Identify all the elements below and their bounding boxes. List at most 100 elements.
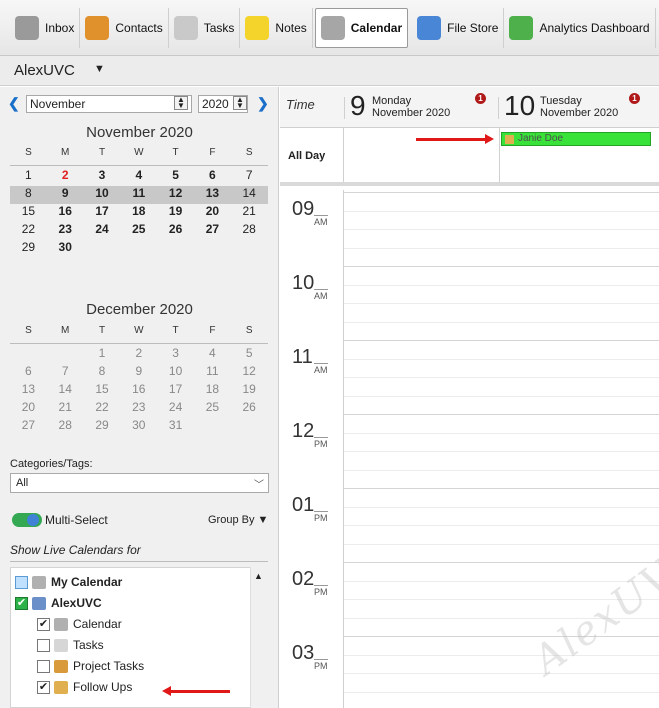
account-dropdown-icon[interactable]: ▼ — [94, 63, 105, 75]
day-cell[interactable]: 22 — [10, 222, 47, 240]
scroll-up-icon[interactable]: ▲ — [254, 571, 263, 581]
day-cell[interactable]: 13 — [194, 186, 231, 204]
day-cell[interactable]: 13 — [10, 382, 47, 400]
day-cell[interactable]: 19 — [231, 382, 268, 400]
day-cell[interactable]: 16 — [47, 204, 84, 222]
column-divider — [499, 128, 500, 182]
all-day-row[interactable]: All Day Janie Doe — [280, 128, 659, 186]
tree-item-calendar[interactable]: ✔ Calendar — [37, 614, 122, 634]
toolbar-contacts-button[interactable]: Contacts — [80, 7, 169, 48]
checkbox[interactable] — [37, 659, 50, 673]
day-cell[interactable]: 17 — [157, 382, 194, 400]
multi-select-toggle[interactable] — [12, 513, 42, 527]
day-cell[interactable]: 16 — [120, 382, 157, 400]
day-cell[interactable]: 20 — [10, 400, 47, 418]
day-cell[interactable]: 2 — [47, 168, 84, 186]
day-cell[interactable]: 6 — [10, 364, 47, 382]
day-cell[interactable]: 24 — [157, 400, 194, 418]
day-cell[interactable]: 21 — [47, 400, 84, 418]
checkbox[interactable] — [37, 638, 50, 652]
day-cell[interactable]: 19 — [157, 204, 194, 222]
day-cell[interactable]: 28 — [231, 222, 268, 240]
day-cell[interactable]: 4 — [194, 346, 231, 364]
day-cell[interactable]: 30 — [47, 240, 84, 258]
day-cell[interactable]: 15 — [84, 382, 121, 400]
account-bar[interactable]: AlexUVC ▼ — [0, 56, 659, 86]
day-cell[interactable]: 1 — [84, 346, 121, 364]
day-cell[interactable]: 3 — [157, 346, 194, 364]
month-spinner[interactable]: ▲ ▼ — [174, 96, 188, 110]
toolbar-notes-button[interactable]: Notes — [240, 7, 313, 48]
day-cell[interactable]: 28 — [47, 418, 84, 436]
day-cell[interactable]: 18 — [120, 204, 157, 222]
day-cell[interactable]: 5 — [231, 346, 268, 364]
day-cell[interactable]: 4 — [120, 168, 157, 186]
day-cell[interactable]: 1 — [10, 168, 47, 186]
day-cell[interactable]: 3 — [84, 168, 121, 186]
event-janie-doe[interactable]: Janie Doe — [501, 132, 651, 146]
month-select[interactable]: November — [26, 95, 192, 113]
day-cell[interactable]: 15 — [10, 204, 47, 222]
year-spinner[interactable]: ▲ ▼ — [233, 96, 247, 110]
day-cell[interactable]: 25 — [194, 400, 231, 418]
day-cell[interactable]: 11 — [194, 364, 231, 382]
day-cell[interactable]: 30 — [120, 418, 157, 436]
toolbar-analytics-dashboard-button[interactable]: Analytics Dashboard — [504, 7, 656, 48]
toolbar-file-store-button[interactable]: File Store — [412, 7, 505, 48]
day-cell[interactable]: 22 — [84, 400, 121, 418]
toolbar-calendar-button[interactable]: Calendar — [314, 7, 409, 48]
checkbox[interactable]: ✔ — [37, 617, 50, 631]
day-cell[interactable]: 23 — [120, 400, 157, 418]
day-cell[interactable]: 20 — [194, 204, 231, 222]
day-cell[interactable]: 29 — [84, 418, 121, 436]
day-cell[interactable]: 8 — [10, 186, 47, 204]
group-by-button[interactable]: Group By ▼ — [208, 514, 268, 526]
tree-item-alexuvc[interactable]: ✔ AlexUVC — [15, 593, 102, 613]
day-cell[interactable]: 23 — [47, 222, 84, 240]
day-cell[interactable]: 2 — [120, 346, 157, 364]
day-cell[interactable]: 24 — [84, 222, 121, 240]
day-cell[interactable]: 25 — [120, 222, 157, 240]
day-cell[interactable]: 9 — [47, 186, 84, 204]
day-cell[interactable]: 8 — [84, 364, 121, 382]
toolbar-label: Inbox — [45, 20, 75, 35]
toolbar-inbox-button[interactable]: Inbox — [10, 7, 81, 48]
day-cell[interactable]: 26 — [157, 222, 194, 240]
account-name[interactable]: AlexUVC — [14, 62, 75, 79]
checkbox[interactable]: ✔ — [37, 680, 50, 694]
prev-month-icon[interactable]: ❮ — [8, 95, 20, 112]
day-number[interactable]: 10 — [504, 90, 535, 122]
day-cell[interactable]: 21 — [231, 204, 268, 222]
checkbox[interactable] — [15, 575, 28, 589]
day-cell[interactable]: 31 — [157, 418, 194, 436]
day-cell[interactable]: 7 — [231, 168, 268, 186]
tree-item-project-tasks[interactable]: Project Tasks — [37, 656, 144, 676]
day-cell[interactable]: 12 — [157, 186, 194, 204]
tree-scrollbar[interactable]: ▲ — [250, 567, 266, 708]
day-cell[interactable]: 11 — [120, 186, 157, 204]
tree-item-tasks[interactable]: Tasks — [37, 635, 104, 655]
day-number[interactable]: 9 — [350, 90, 366, 122]
toolbar-tasks-button[interactable]: Tasks — [169, 7, 241, 48]
categories-select[interactable]: All ﹀ — [10, 473, 269, 493]
day-cell[interactable]: 18 — [194, 382, 231, 400]
day-cell[interactable]: 12 — [231, 364, 268, 382]
next-month-icon[interactable]: ❯ — [257, 95, 269, 112]
day-cell[interactable]: 27 — [10, 418, 47, 436]
day-cell[interactable]: 14 — [47, 382, 84, 400]
day-cell[interactable]: 9 — [120, 364, 157, 382]
checkbox[interactable]: ✔ — [15, 596, 28, 610]
day-cell[interactable]: 5 — [157, 168, 194, 186]
day-cell[interactable]: 7 — [47, 364, 84, 382]
day-cell[interactable]: 6 — [194, 168, 231, 186]
day-cell[interactable]: 26 — [231, 400, 268, 418]
group-by-label: Group By — [208, 514, 255, 526]
day-cell[interactable]: 27 — [194, 222, 231, 240]
tree-item-follow-ups[interactable]: ✔ Follow Ups — [37, 677, 132, 697]
day-cell[interactable]: 14 — [231, 186, 268, 204]
day-cell[interactable]: 17 — [84, 204, 121, 222]
day-cell[interactable]: 10 — [84, 186, 121, 204]
day-cell[interactable]: 29 — [10, 240, 47, 258]
tree-item-my-calendar[interactable]: My Calendar — [15, 572, 122, 592]
day-cell[interactable]: 10 — [157, 364, 194, 382]
